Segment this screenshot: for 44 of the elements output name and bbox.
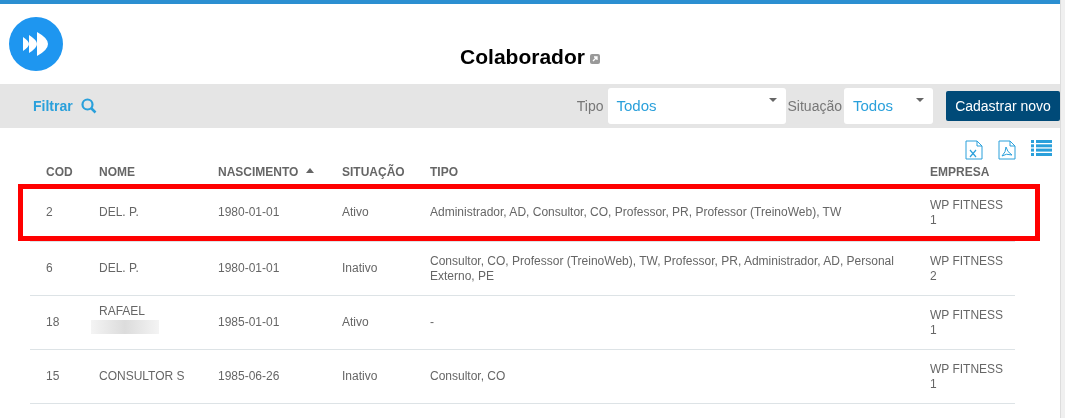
column-header[interactable]: NOME <box>99 163 135 181</box>
status-label: Situação <box>787 96 842 116</box>
table-cell: CONSULTOR S <box>99 369 185 383</box>
table-cell: WP FITNESS 1 <box>930 197 1004 227</box>
table-cell: 18 <box>46 315 60 329</box>
table-cell: WP FITNESS 1 <box>930 307 1004 337</box>
table-cell: 15 <box>46 369 60 383</box>
external-link-icon[interactable] <box>589 54 600 64</box>
caret-icon <box>916 98 924 102</box>
table-cell: 1980-01-01 <box>218 261 280 275</box>
column-header[interactable]: COD <box>46 163 73 181</box>
table-cell: Administrador, AD, Consultor, CO, Professor, PR, Professor (TreinoWeb), TW <box>430 205 842 219</box>
table-cell: Ativo <box>342 315 369 329</box>
column-header[interactable]: NASCIMENTO <box>218 163 299 181</box>
pdf-file-icon[interactable] <box>998 140 1016 160</box>
table-cell: - <box>430 315 434 329</box>
table-cell: Ativo <box>342 205 369 219</box>
excel-file-icon[interactable] <box>965 140 983 160</box>
search-icon <box>80 98 97 114</box>
logo-icon <box>9 17 63 71</box>
table-cell: DEL. P. <box>99 261 139 275</box>
page-title: Colaborador <box>460 44 585 71</box>
table-cell: 1985-01-01 <box>218 315 280 329</box>
table-cell: WP FITNESS 1 <box>930 361 1004 391</box>
column-header[interactable]: TIPO <box>430 163 458 181</box>
type-select[interactable]: Todos <box>607 88 786 124</box>
table-cell-text: RAFAEL <box>99 303 147 319</box>
table-cell: DEL. P. <box>99 205 139 219</box>
list-icon[interactable] <box>1031 140 1052 156</box>
table-cell: 1980-01-01 <box>218 205 280 219</box>
table-cell: Consultor, CO <box>430 369 506 383</box>
status-select[interactable]: Todos <box>844 88 933 124</box>
table-cell: Inativo <box>342 261 378 275</box>
table-cell: 2 <box>46 205 53 219</box>
table-cell: 1985-06-26 <box>218 369 280 383</box>
column-header[interactable]: EMPRESA <box>930 163 990 181</box>
type-label: Tipo <box>576 96 604 116</box>
new-button[interactable]: Cadastrar novo <box>946 91 1060 121</box>
table-cell: Consultor, CO, Professor (TreinoWeb), TW, Professor, PR, Administrador, AD, Personal Externo, PE <box>430 253 894 283</box>
table-cell: WP FITNESS 2 <box>930 253 1004 283</box>
caret-icon <box>768 98 777 102</box>
table-cell: 6 <box>46 261 53 275</box>
column-header[interactable]: SITUAÇÃO <box>342 163 405 181</box>
table-cell: Inativo <box>342 369 378 383</box>
